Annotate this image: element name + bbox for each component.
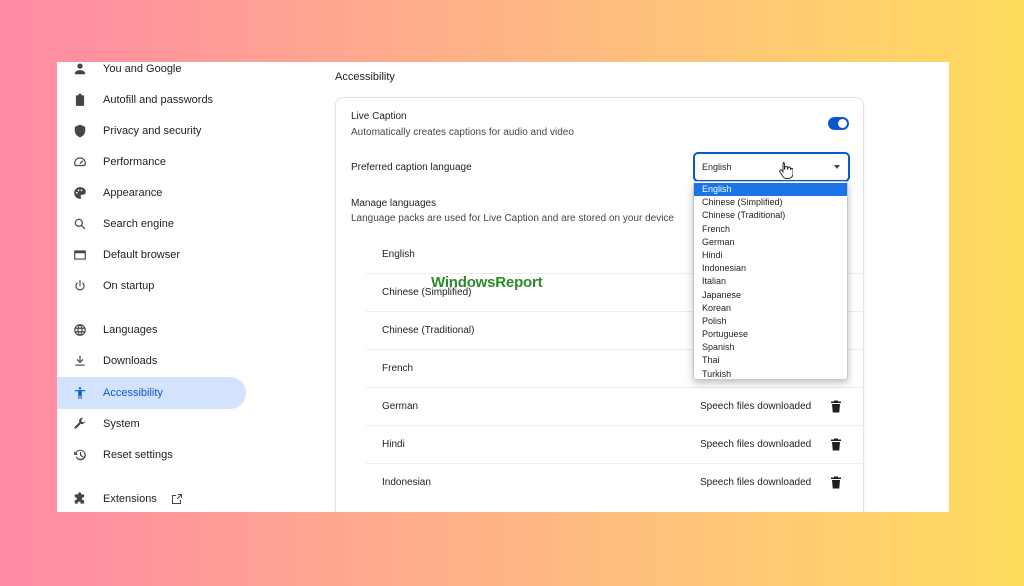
preferred-caption-language-label: Preferred caption language [351,162,472,173]
sidebar-item-label: Languages [103,324,158,336]
sidebar-item-label: Privacy and security [103,125,202,137]
dropdown-option[interactable]: Thai [694,354,847,367]
sidebar-item-label: Default browser [103,249,181,261]
sidebar-item-performance[interactable]: Performance [57,146,246,178]
sidebar-item-accessibility[interactable]: Accessibility [57,377,246,409]
sidebar-item-search-engine[interactable]: Search engine [57,208,246,240]
hand-pointer-icon [779,161,794,184]
sidebar-item-default-browser[interactable]: Default browser [57,239,246,271]
dropdown-option[interactable]: Japanese [694,289,847,302]
person-icon [57,62,103,76]
list-item: Hindi Speech files downloaded [366,425,865,463]
dropdown-option[interactable]: Italian [694,275,847,288]
dropdown-option[interactable]: German [694,236,847,249]
open-in-new-icon[interactable] [171,493,183,505]
live-caption-description: Automatically creates captions for audio… [351,127,574,138]
language-status: Speech files downloaded [700,477,812,488]
sidebar-item-label: On startup [103,280,155,292]
shield-icon [57,124,103,138]
dropdown-option[interactable]: Chinese (Traditional) [694,209,847,222]
dropdown-option[interactable]: French [694,223,847,236]
sidebar-item-label: You and Google [103,63,182,75]
manage-languages-title: Manage languages [351,198,437,209]
dropdown-option[interactable]: Chinese (Simplified) [694,196,847,209]
clipboard-icon [57,93,103,107]
puzzle-icon [57,492,103,506]
search-icon [57,217,103,231]
sidebar-item-label: Search engine [103,218,174,230]
sidebar-item-appearance[interactable]: Appearance [57,177,246,209]
trash-icon[interactable] [830,438,842,456]
manage-languages-description: Language packs are used for Live Caption… [351,213,674,224]
trash-icon[interactable] [830,400,842,418]
chevron-down-icon [834,165,840,169]
sidebar-item-label: Reset settings [103,449,173,461]
language-name: French [382,363,414,374]
language-name: English [382,248,415,260]
sidebar-item-label: Autofill and passwords [103,94,214,106]
dropdown-option[interactable]: Portuguese [694,328,847,341]
accessibility-icon [57,386,103,400]
dropdown-option[interactable]: Korean [694,302,847,315]
sidebar-item-system[interactable]: System [57,408,246,440]
dropdown-option[interactable]: English [694,183,847,197]
sidebar-item-you-and-google[interactable]: You and Google [57,62,246,85]
sidebar-item-downloads[interactable]: Downloads [57,345,246,377]
sidebar-item-languages[interactable]: Languages [57,314,246,346]
live-caption-toggle[interactable] [828,117,849,130]
dropdown-option[interactable]: Indonesian [694,262,847,275]
language-status: Speech files downloaded [700,439,812,450]
sidebar-item-label: Accessibility [103,387,163,399]
language-name: Chinese (Traditional) [382,325,475,336]
language-name: Hindi [382,439,405,450]
browser-window-icon [57,248,103,262]
watermark: WindowsReport [431,274,543,291]
sidebar-item-label: Appearance [103,187,163,199]
language-name: Indonesian [382,477,431,488]
caption-language-select[interactable]: English [693,152,850,182]
dropdown-option[interactable]: Spanish [694,341,847,354]
trash-icon[interactable] [830,476,842,494]
sidebar-item-autofill[interactable]: Autofill and passwords [57,84,246,116]
list-item: German Speech files downloaded [366,387,865,425]
sidebar-item-label: Downloads [103,355,158,367]
wrench-icon [57,417,103,431]
sidebar-item-on-startup[interactable]: On startup [57,270,246,302]
history-icon [57,448,103,462]
dropdown-option[interactable]: Hindi [694,249,847,262]
page-title: Accessibility [335,71,395,83]
sidebar-item-label: Extensions [103,493,157,505]
sidebar-item-label: Performance [103,156,166,168]
dropdown-option[interactable]: Polish [694,315,847,328]
language-status: Speech files downloaded [700,401,812,412]
power-icon [57,279,103,293]
language-name: German [382,401,419,412]
palette-icon [57,186,103,200]
settings-sidebar: You and Google Autofill and passwords Pr… [57,62,257,512]
sidebar-item-extensions[interactable]: Extensions [57,483,246,512]
sidebar-item-label: System [103,418,140,430]
select-value: English [702,162,732,172]
download-icon [57,354,103,368]
dropdown-option[interactable]: Turkish [694,368,847,379]
sidebar-item-privacy[interactable]: Privacy and security [57,115,246,147]
globe-icon [57,323,103,337]
settings-window: You and Google Autofill and passwords Pr… [57,62,949,512]
sidebar-item-reset-settings[interactable]: Reset settings [57,439,246,471]
toggle-knob [838,119,847,128]
caption-language-dropdown: English Chinese (Simplified) Chinese (Tr… [693,181,848,380]
speedometer-icon [57,155,103,169]
list-item: Indonesian Speech files downloaded [366,463,865,501]
live-caption-title: Live Caption [351,111,407,122]
